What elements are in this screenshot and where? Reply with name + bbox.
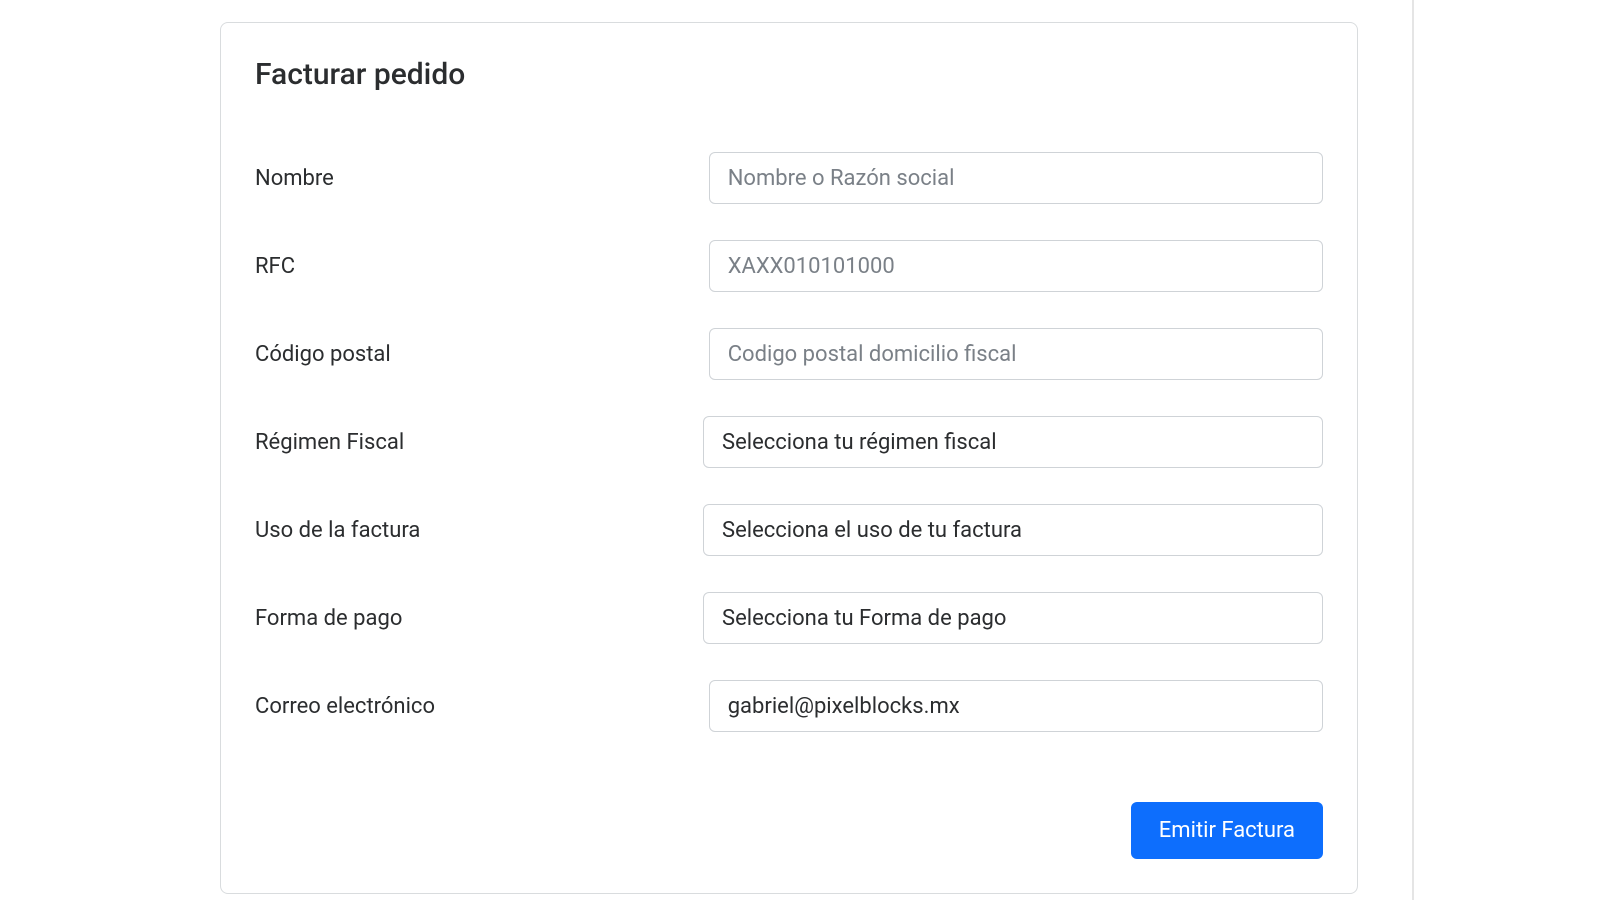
emit-invoice-button[interactable]: Emitir Factura [1131,802,1323,859]
page-wrapper: Facturar pedido Nombre RFC Código postal… [0,0,1414,900]
row-codigo-postal: Código postal [255,328,1323,380]
input-correo[interactable] [709,680,1323,732]
label-correo: Correo electrónico [255,694,709,719]
invoice-card: Facturar pedido Nombre RFC Código postal… [220,22,1358,894]
select-forma-pago[interactable]: Selecciona tu Forma de pago [703,592,1323,644]
select-uso-factura[interactable]: Selecciona el uso de tu factura [703,504,1323,556]
label-rfc: RFC [255,254,709,279]
button-row: Emitir Factura [255,802,1323,859]
row-regimen-fiscal: Régimen Fiscal Selecciona tu régimen fis… [255,416,1323,468]
row-nombre: Nombre [255,152,1323,204]
input-nombre[interactable] [709,152,1323,204]
select-wrapper-forma: Selecciona tu Forma de pago [703,592,1323,644]
row-rfc: RFC [255,240,1323,292]
label-forma-pago: Forma de pago [255,606,703,631]
label-nombre: Nombre [255,166,709,191]
label-codigo-postal: Código postal [255,342,709,367]
label-uso-factura: Uso de la factura [255,518,703,543]
select-wrapper-regimen: Selecciona tu régimen fiscal [703,416,1323,468]
input-codigo-postal[interactable] [709,328,1323,380]
card-title: Facturar pedido [255,57,1323,92]
select-wrapper-uso: Selecciona el uso de tu factura [703,504,1323,556]
row-forma-pago: Forma de pago Selecciona tu Forma de pag… [255,592,1323,644]
select-regimen-fiscal[interactable]: Selecciona tu régimen fiscal [703,416,1323,468]
input-rfc[interactable] [709,240,1323,292]
row-correo: Correo electrónico [255,680,1323,732]
row-uso-factura: Uso de la factura Selecciona el uso de t… [255,504,1323,556]
label-regimen-fiscal: Régimen Fiscal [255,430,703,455]
